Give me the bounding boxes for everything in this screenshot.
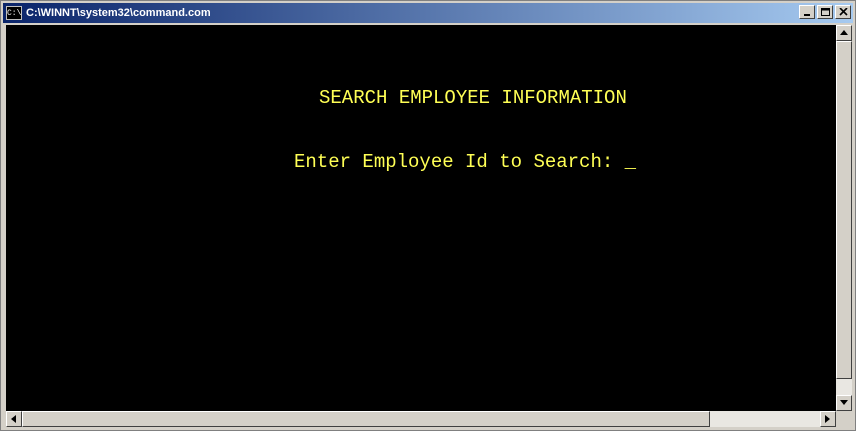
minimize-icon [804, 14, 810, 16]
close-icon [839, 8, 848, 16]
close-button[interactable] [835, 5, 851, 19]
scroll-up-button[interactable] [836, 25, 852, 41]
scroll-right-button[interactable] [820, 411, 836, 427]
command-prompt-icon[interactable]: C:\ [6, 6, 22, 20]
console-output[interactable]: SEARCH EMPLOYEE INFORMATION Enter Employ… [6, 25, 836, 411]
maximize-icon [821, 8, 830, 16]
arrow-right-icon [825, 415, 830, 423]
vertical-scrollbar[interactable] [836, 25, 852, 411]
horizontal-scroll-thumb[interactable] [22, 411, 710, 427]
prompt-label: Enter Employee Id to Search: [294, 151, 625, 173]
size-grip[interactable] [836, 411, 852, 427]
scroll-left-button[interactable] [6, 411, 22, 427]
window-title: C:\WINNT\system32\command.com [26, 7, 211, 19]
horizontal-scrollbar[interactable] [6, 411, 836, 427]
employee-id-prompt: Enter Employee Id to Search: _ [294, 151, 636, 173]
minimize-button[interactable] [799, 5, 815, 19]
maximize-button[interactable] [817, 5, 833, 19]
title-bar[interactable]: C:\ C:\WINNT\system32\command.com [3, 3, 853, 23]
arrow-up-icon [840, 30, 848, 35]
arrow-left-icon [11, 415, 16, 423]
console-window: C:\ C:\WINNT\system32\command.com SEARCH… [0, 0, 856, 431]
vertical-scroll-thumb[interactable] [836, 41, 852, 379]
arrow-down-icon [840, 400, 848, 405]
title-buttons [797, 5, 851, 19]
text-cursor[interactable]: _ [625, 151, 636, 173]
scroll-down-button[interactable] [836, 395, 852, 411]
screen-heading: SEARCH EMPLOYEE INFORMATION [319, 87, 627, 109]
